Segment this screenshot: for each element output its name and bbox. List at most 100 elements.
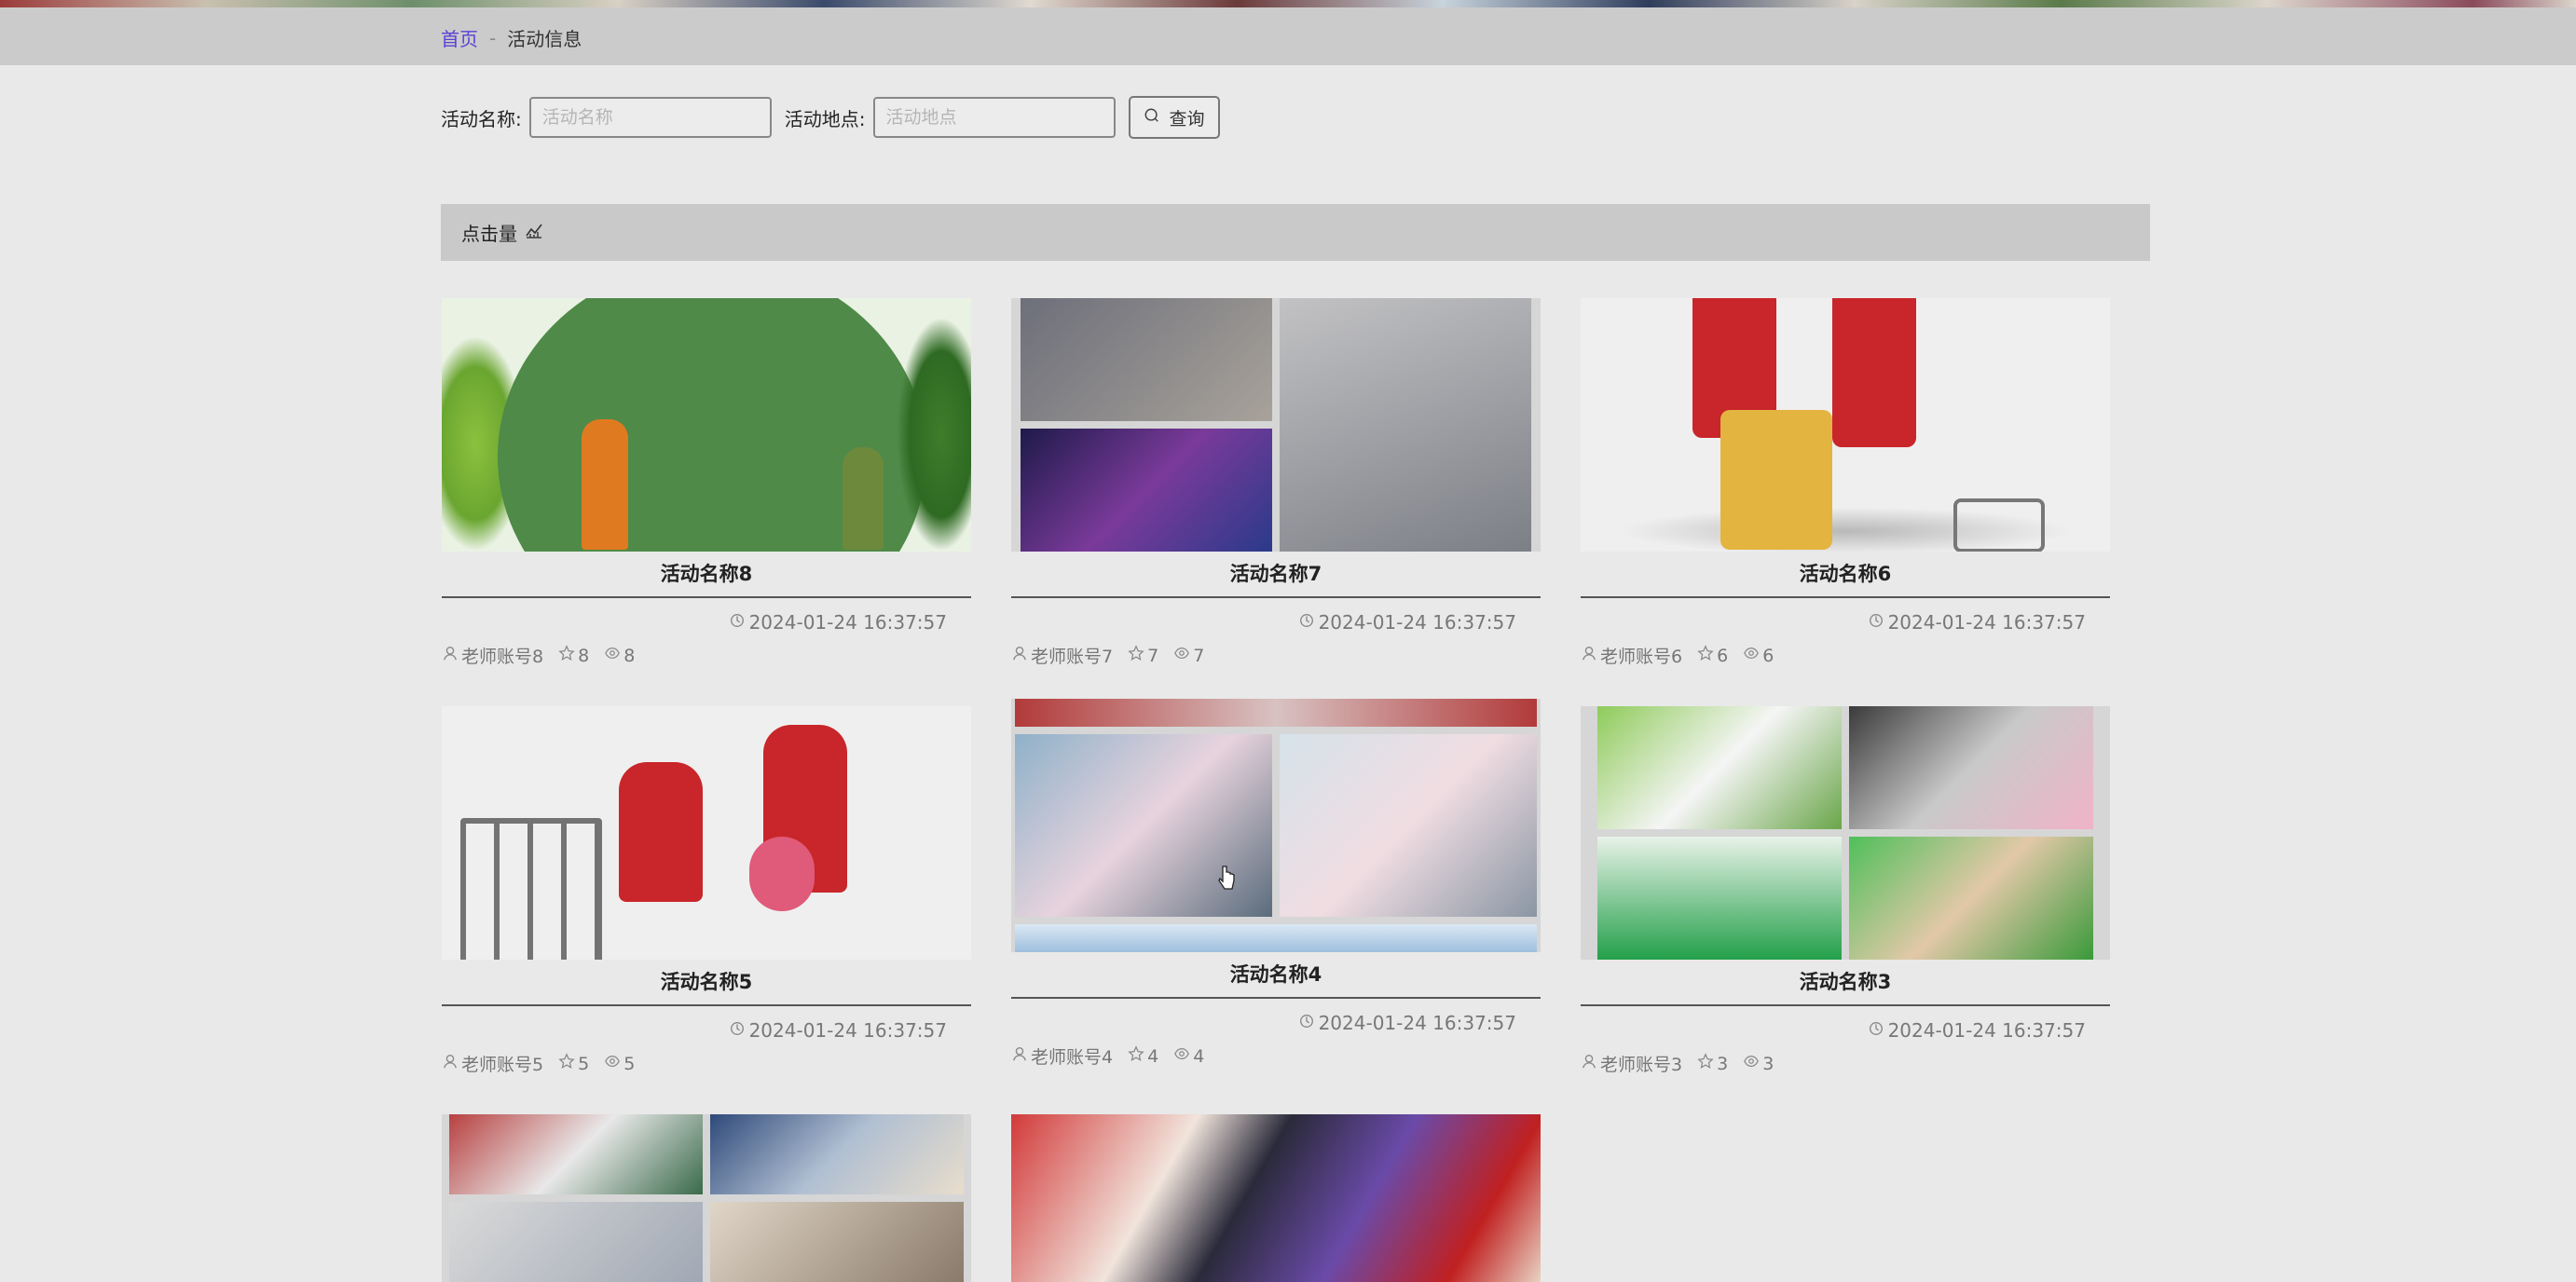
activity-author: 老师账号8 <box>461 647 544 667</box>
mouse-cursor-icon <box>1218 866 1235 890</box>
query-button[interactable]: 查询 <box>1128 96 1220 139</box>
activity-author: 老师账号5 <box>461 1055 544 1075</box>
activity-views: 8 <box>623 645 636 666</box>
activity-time: 2024-01-24 16:37:57 <box>1011 611 1541 634</box>
activity-image[interactable] <box>1011 1114 1541 1282</box>
eye-icon <box>1173 645 1190 666</box>
star-icon <box>1128 1045 1144 1067</box>
activity-name-label: 活动名称: <box>441 107 522 130</box>
activity-title[interactable]: 活动名称5 <box>442 960 971 1006</box>
activity-meta: 老师账号3 3 3 <box>1581 1051 2110 1076</box>
activity-title[interactable]: 活动名称3 <box>1581 960 2110 1006</box>
breadcrumb-separator: - <box>489 26 497 49</box>
eye-icon <box>604 645 621 666</box>
eye-icon <box>604 1053 621 1074</box>
user-icon <box>1011 645 1028 666</box>
activity-card[interactable] <box>442 1114 971 1282</box>
activity-title[interactable]: 活动名称6 <box>1581 552 2110 598</box>
activity-title[interactable]: 活动名称4 <box>1011 952 1541 999</box>
activity-card[interactable]: 活动名称7 2024-01-24 16:37:57 老师账号7 7 7 <box>1011 298 1541 668</box>
activity-stars: 3 <box>1717 1053 1729 1074</box>
clock-icon <box>1298 611 1315 634</box>
activity-location-input[interactable] <box>872 97 1116 138</box>
user-icon <box>442 1053 459 1074</box>
star-icon <box>558 645 575 666</box>
activity-meta: 老师账号7 7 7 <box>1011 643 1541 668</box>
user-icon <box>1011 1045 1028 1067</box>
activity-views: 4 <box>1193 1045 1205 1067</box>
activity-card[interactable] <box>1011 1114 1541 1282</box>
activity-time-text: 2024-01-24 16:37:57 <box>1887 611 2086 634</box>
activity-card[interactable]: 活动名称6 2024-01-24 16:37:57 老师账号6 6 6 <box>1581 298 2110 668</box>
activity-time: 2024-01-24 16:37:57 <box>442 611 971 634</box>
activity-views: 6 <box>1762 645 1774 666</box>
star-icon <box>1697 645 1714 666</box>
trend-chart-icon <box>525 221 543 244</box>
activity-stars: 7 <box>1147 645 1159 666</box>
eye-icon <box>1743 1053 1760 1074</box>
search-icon <box>1144 107 1160 129</box>
search-bar: 活动名称: 活动地点: 查询 <box>441 95 1220 140</box>
breadcrumb-current: 活动信息 <box>507 28 582 50</box>
activity-name-input[interactable] <box>528 97 772 138</box>
activity-image[interactable] <box>1581 706 2110 960</box>
activity-author: 老师账号6 <box>1600 647 1683 667</box>
section-title: 点击量 <box>461 223 517 245</box>
activity-image[interactable] <box>442 1114 971 1282</box>
activity-image[interactable] <box>442 706 971 960</box>
activity-image[interactable] <box>1011 298 1541 552</box>
breadcrumb: 首页 - 活动信息 <box>441 24 582 51</box>
clock-icon <box>1868 611 1884 634</box>
user-icon <box>1581 1053 1597 1074</box>
eye-icon <box>1743 645 1760 666</box>
activity-card[interactable]: 活动名称8 2024-01-24 16:37:57 老师账号8 8 8 <box>442 298 971 668</box>
clock-icon <box>729 1019 746 1042</box>
activity-image[interactable] <box>1011 699 1541 952</box>
query-button-label: 查询 <box>1169 108 1205 130</box>
activity-author: 老师账号4 <box>1031 1047 1114 1068</box>
star-icon <box>558 1053 575 1074</box>
activity-card[interactable]: 活动名称5 2024-01-24 16:37:57 老师账号5 5 5 <box>442 706 971 1076</box>
activity-card[interactable]: 活动名称3 2024-01-24 16:37:57 老师账号3 3 3 <box>1581 706 2110 1076</box>
activity-views: 7 <box>1193 645 1205 666</box>
activity-time: 2024-01-24 16:37:57 <box>1011 1012 1541 1034</box>
clock-icon <box>1298 1012 1315 1034</box>
activity-views: 3 <box>1762 1053 1774 1074</box>
activity-time-text: 2024-01-24 16:37:57 <box>1887 1019 2086 1042</box>
activity-author: 老师账号7 <box>1031 647 1114 667</box>
activity-stars: 8 <box>578 645 590 666</box>
top-decorative-strip <box>0 0 2576 7</box>
activity-time-text: 2024-01-24 16:37:57 <box>748 1019 947 1042</box>
activity-meta: 老师账号6 6 6 <box>1581 643 2110 668</box>
section-header-clicks: 点击量 <box>441 204 2150 261</box>
activity-stars: 5 <box>578 1053 590 1074</box>
activity-time-text: 2024-01-24 16:37:57 <box>1318 611 1516 634</box>
activity-meta: 老师账号8 8 8 <box>442 643 971 668</box>
activity-author: 老师账号3 <box>1600 1055 1683 1075</box>
user-icon <box>1581 645 1597 666</box>
activity-time-text: 2024-01-24 16:37:57 <box>1318 1012 1516 1034</box>
activity-time: 2024-01-24 16:37:57 <box>1581 611 2110 634</box>
clock-icon <box>1868 1019 1884 1042</box>
star-icon <box>1128 645 1144 666</box>
activity-stars: 4 <box>1147 1045 1159 1067</box>
activity-views: 5 <box>623 1053 636 1074</box>
clock-icon <box>729 611 746 634</box>
activity-time-text: 2024-01-24 16:37:57 <box>748 611 947 634</box>
activity-meta: 老师账号5 5 5 <box>442 1051 971 1076</box>
user-icon <box>442 645 459 666</box>
activity-location-label: 活动地点: <box>784 107 866 130</box>
activity-title[interactable]: 活动名称8 <box>442 552 971 598</box>
star-icon <box>1697 1053 1714 1074</box>
eye-icon <box>1173 1045 1190 1067</box>
breadcrumb-home-link[interactable]: 首页 <box>441 24 478 51</box>
activity-meta: 老师账号4 4 4 <box>1011 1043 1541 1069</box>
activity-card[interactable]: 活动名称4 2024-01-24 16:37:57 老师账号4 4 4 <box>1011 699 1541 1069</box>
breadcrumb-bar: 首页 - 活动信息 <box>0 7 2576 65</box>
activity-stars: 6 <box>1717 645 1729 666</box>
activity-time: 2024-01-24 16:37:57 <box>1581 1019 2110 1042</box>
activity-time: 2024-01-24 16:37:57 <box>442 1019 971 1042</box>
activity-image[interactable] <box>1581 298 2110 552</box>
activity-title[interactable]: 活动名称7 <box>1011 552 1541 598</box>
activity-image[interactable] <box>442 298 971 552</box>
